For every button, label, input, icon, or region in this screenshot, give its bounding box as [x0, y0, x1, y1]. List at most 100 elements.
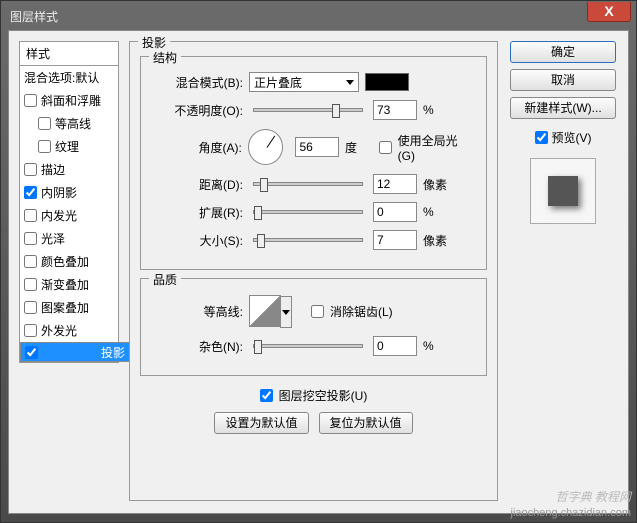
ok-button[interactable]: 确定	[510, 41, 616, 63]
style-item[interactable]: 颜色叠加	[20, 250, 118, 273]
distance-label: 距离(D):	[153, 176, 243, 193]
style-label: 纹理	[55, 138, 79, 155]
structure-legend: 结构	[149, 49, 181, 66]
style-item[interactable]: 等高线	[20, 112, 118, 135]
main-column: 投影 结构 混合模式(B): 正片叠底 不透明度(O):	[129, 41, 498, 503]
preview-checkbox[interactable]	[535, 131, 548, 144]
style-label: 等高线	[55, 115, 91, 132]
angle-input[interactable]: 56	[295, 137, 339, 157]
style-item[interactable]: 图案叠加	[20, 296, 118, 319]
style-item[interactable]: 投影	[20, 342, 130, 362]
style-label: 渐变叠加	[41, 276, 89, 293]
blend-mode-select[interactable]: 正片叠底	[249, 72, 359, 92]
style-label: 外发光	[41, 322, 77, 339]
style-item[interactable]: 外发光	[20, 319, 118, 342]
style-checkbox[interactable]	[24, 94, 37, 107]
angle-label: 角度(A):	[153, 139, 242, 156]
size-input[interactable]: 7	[373, 230, 417, 250]
knockout-label: 图层挖空投影(U)	[279, 387, 368, 404]
knockout-checkbox[interactable]	[260, 389, 273, 402]
style-item[interactable]: 内发光	[20, 204, 118, 227]
global-light-label: 使用全局光(G)	[398, 132, 474, 163]
chevron-down-icon	[282, 310, 290, 315]
titlebar: 图层样式 X	[2, 2, 635, 30]
spread-slider[interactable]	[253, 210, 363, 214]
spread-input[interactable]: 0	[373, 202, 417, 222]
styles-column: 样式 混合选项:默认 斜面和浮雕等高线纹理描边内阴影内发光光泽颜色叠加渐变叠加图…	[19, 41, 119, 503]
spread-unit: %	[423, 205, 451, 219]
size-unit: 像素	[423, 232, 451, 249]
structure-fieldset: 结构 混合模式(B): 正片叠底 不透明度(O): 73 %	[140, 56, 487, 270]
window-title: 图层样式	[10, 8, 58, 25]
right-column: 确定 取消 新建样式(W)... 预览(V)	[508, 41, 618, 503]
style-checkbox[interactable]	[38, 140, 51, 153]
preview-label: 预览(V)	[552, 129, 592, 146]
style-item[interactable]: 描边	[20, 158, 118, 181]
style-label: 斜面和浮雕	[41, 92, 101, 109]
style-checkbox[interactable]	[24, 324, 37, 337]
spread-label: 扩展(R):	[153, 204, 243, 221]
style-item[interactable]: 内阴影	[20, 181, 118, 204]
style-checkbox[interactable]	[24, 301, 37, 314]
styles-list: 混合选项:默认 斜面和浮雕等高线纹理描边内阴影内发光光泽颜色叠加渐变叠加图案叠加…	[19, 66, 119, 363]
close-button[interactable]: X	[587, 2, 631, 22]
noise-unit: %	[423, 339, 451, 353]
antialias-label: 消除锯齿(L)	[330, 303, 393, 320]
blend-mode-label: 混合模式(B):	[153, 74, 243, 91]
chevron-down-icon	[346, 80, 354, 85]
style-checkbox[interactable]	[24, 255, 37, 268]
quality-legend: 品质	[149, 271, 181, 288]
new-style-button[interactable]: 新建样式(W)...	[510, 97, 616, 119]
opacity-label: 不透明度(O):	[153, 102, 243, 119]
style-label: 颜色叠加	[41, 253, 89, 270]
reset-default-button[interactable]: 复位为默认值	[319, 412, 413, 434]
noise-slider[interactable]	[253, 344, 363, 348]
dialog-window: 图层样式 X 样式 混合选项:默认 斜面和浮雕等高线纹理描边内阴影内发光光泽颜色…	[0, 0, 637, 523]
style-label: 内阴影	[41, 184, 77, 201]
preview-swatch	[548, 176, 578, 206]
style-item[interactable]: 渐变叠加	[20, 273, 118, 296]
distance-unit: 像素	[423, 176, 451, 193]
contour-dropdown[interactable]	[280, 296, 292, 328]
style-checkbox[interactable]	[38, 117, 51, 130]
antialias-checkbox[interactable]	[311, 305, 324, 318]
global-light-checkbox[interactable]	[379, 141, 392, 154]
size-slider[interactable]	[253, 238, 363, 242]
preview-box	[530, 158, 596, 224]
angle-unit: 度	[345, 139, 373, 156]
style-item[interactable]: 纹理	[20, 135, 118, 158]
style-label: 图案叠加	[41, 299, 89, 316]
shadow-color-swatch[interactable]	[365, 73, 409, 91]
effect-panel: 投影 结构 混合模式(B): 正片叠底 不透明度(O):	[129, 41, 498, 501]
style-label: 描边	[41, 161, 65, 178]
style-checkbox[interactable]	[24, 232, 37, 245]
distance-slider[interactable]	[253, 182, 363, 186]
opacity-input[interactable]: 73	[373, 100, 417, 120]
noise-input[interactable]: 0	[373, 336, 417, 356]
style-checkbox[interactable]	[24, 163, 37, 176]
style-label: 光泽	[41, 230, 65, 247]
set-default-button[interactable]: 设置为默认值	[214, 412, 308, 434]
size-label: 大小(S):	[153, 232, 243, 249]
style-label: 内发光	[41, 207, 77, 224]
style-checkbox[interactable]	[25, 346, 38, 359]
blend-options-item[interactable]: 混合选项:默认	[20, 66, 118, 89]
style-item[interactable]: 光泽	[20, 227, 118, 250]
opacity-unit: %	[423, 103, 451, 117]
style-checkbox[interactable]	[24, 278, 37, 291]
contour-label: 等高线:	[153, 303, 243, 320]
blend-options-label: 混合选项:默认	[24, 69, 99, 86]
styles-header: 样式	[19, 41, 119, 66]
cancel-button[interactable]: 取消	[510, 69, 616, 91]
opacity-slider[interactable]	[253, 108, 363, 112]
blend-mode-value: 正片叠底	[254, 74, 302, 91]
style-checkbox[interactable]	[24, 209, 37, 222]
distance-input[interactable]: 12	[373, 174, 417, 194]
contour-picker[interactable]	[249, 295, 281, 327]
style-label: 投影	[101, 344, 125, 361]
noise-label: 杂色(N):	[153, 338, 243, 355]
angle-dial[interactable]	[248, 129, 284, 165]
style-checkbox[interactable]	[24, 186, 37, 199]
style-item[interactable]: 斜面和浮雕	[20, 89, 118, 112]
watermark-brand: 哲字典 教程网	[556, 488, 631, 505]
